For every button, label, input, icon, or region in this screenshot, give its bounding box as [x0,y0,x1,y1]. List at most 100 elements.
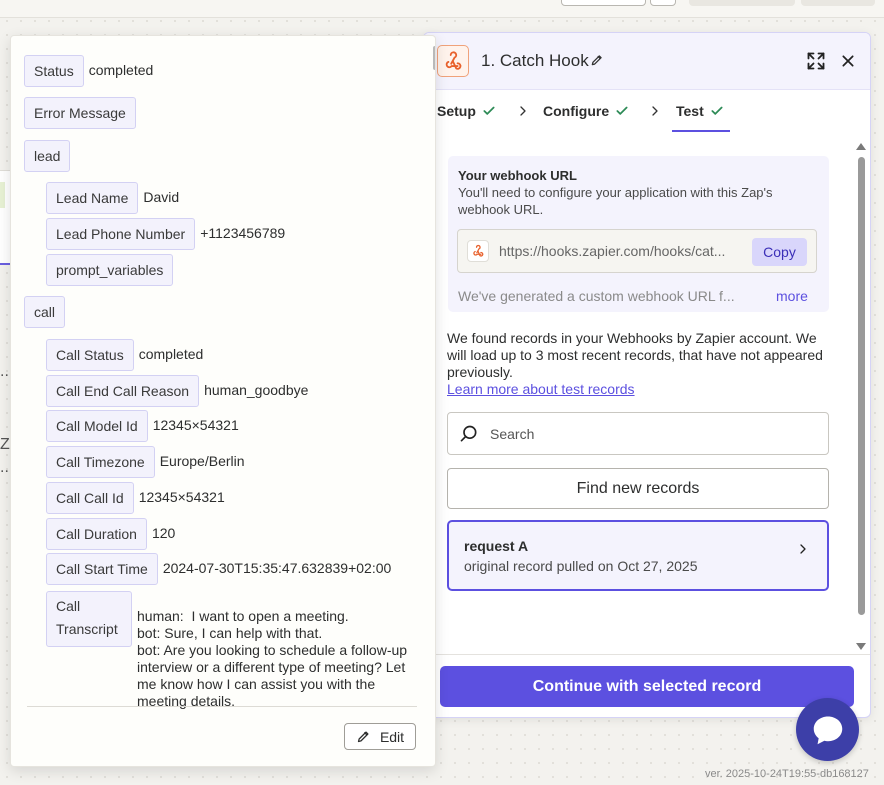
find-new-records-button[interactable]: Find new records [447,468,829,509]
field-key: Call Model Id [46,410,148,442]
chevron-right-icon [797,541,809,562]
panel-header: 1. Catch Hook [424,33,870,90]
field-key: Call Duration [46,518,147,550]
field-row: Call Model Id 12345×54321 [46,410,239,442]
field-group-key: lead [24,140,71,172]
webhook-app-icon [437,45,469,77]
check-icon [483,106,495,115]
field-row: Call Timezone Europe/Berlin [46,446,245,478]
field-value: 120 [151,525,176,541]
field-value: David [143,189,180,205]
field-key: Call Call Id [46,482,134,514]
scroll-down-arrow-icon[interactable] [856,643,866,650]
field-key: prompt_variables [46,254,174,286]
field-group-row: call [24,296,66,328]
check-icon [616,106,628,115]
field-group-key: call [24,296,66,328]
close-icon[interactable] [840,53,856,74]
tab-setup[interactable]: Setup [437,103,496,119]
tab-label: Test [676,103,704,119]
field-key: Lead Name [46,182,139,214]
panel-title: 1. Catch Hook [481,51,589,70]
canvas-step-badge [0,182,5,208]
rename-pencil-icon[interactable] [590,53,604,72]
field-key: Status [24,55,84,87]
popover-divider [27,706,417,707]
field-value: 12345×54321 [138,489,225,505]
field-row: Call Transcript [46,591,132,647]
search-box[interactable] [447,412,829,455]
tab-label: Configure [543,103,610,119]
scrollbar-thumb[interactable] [858,157,865,615]
field-row: Call End Call Reason human_goodbye [46,375,308,407]
search-input[interactable] [488,423,808,445]
field-row: Call Call Id 12345×54321 [46,482,225,514]
panel-scrollbar[interactable] [855,143,867,653]
expand-icon[interactable] [806,51,826,76]
record-subtitle: original record pulled on Oct 27, 2025 [464,558,698,574]
tab-configure[interactable]: Configure [543,103,629,119]
step-side-panel: 1. Catch Hook Setup Configure Test Your … [423,32,871,718]
field-key: Call Timezone [46,446,155,478]
field-value: 12345×54321 [152,417,239,433]
copy-button[interactable]: Copy [752,238,807,266]
field-key: Call Transcript [46,591,132,647]
field-key: Lead Phone Number [46,218,196,250]
field-row: Status completed [24,55,153,87]
field-row: Call Duration 120 [46,518,175,550]
canvas-fragment: Z [0,436,10,453]
footer-divider [424,654,870,655]
popover-scrollbar-thumb[interactable] [433,46,435,70]
field-key: Call End Call Reason [46,375,200,407]
call-transcript-value: human: I want to open a meeting. bot: Su… [137,608,408,709]
toolbar-button[interactable] [561,0,646,6]
continue-with-selected-record-button[interactable]: Continue with selected record [440,666,854,707]
toolbar-icon-button[interactable] [650,0,676,6]
edit-button[interactable]: Edit [344,723,416,750]
more-link[interactable]: more [776,288,808,304]
webhook-url-description: You'll need to configure your applicatio… [458,185,773,217]
search-icon [459,424,479,449]
field-row: Lead Name David [46,182,179,214]
field-value: +1123456789 [200,225,286,241]
learn-more-link[interactable]: Learn more about test records [447,381,635,397]
record-item[interactable]: request A original record pulled on Oct … [447,520,829,591]
webhook-url-field[interactable]: https://hooks.zapier.com/hooks/cat... Co… [457,229,817,273]
field-row: prompt_variables [46,254,174,286]
record-detail-popover: Status completed Error Message lead Lead… [10,35,436,767]
tab-test[interactable]: Test [676,103,724,119]
field-key: Call Status [46,339,134,371]
field-group-row: lead [24,140,71,172]
record-title: request A [464,538,529,554]
scroll-up-arrow-icon[interactable] [856,143,866,150]
field-value: 2024-07-30T15:35:47.632839+02:00 [162,560,392,576]
field-value: Europe/Berlin [159,453,245,469]
found-records-text: We found records in your Webhooks by Zap… [447,330,823,380]
field-key: Error Message [24,97,136,129]
field-row: Call Start Time 2024-07-30T15:35:47.6328… [46,553,391,585]
version-label: ver. 2025-10-24T19:55-db168127 [705,768,869,780]
webhook-url-section: Your webhook URL You'll need to configur… [448,156,829,312]
webhook-generated-text: We've generated a custom webhook URL f..… [458,288,735,304]
toolbar-button[interactable] [689,0,795,6]
edit-label: Edit [379,728,405,745]
chat-bubble-icon [813,716,842,744]
webhook-icon [467,240,489,262]
field-value: human_goodbye [204,382,309,398]
chevron-right-icon [649,104,661,123]
field-key: Call Start Time [46,553,158,585]
check-icon [711,106,723,115]
chevron-right-icon [517,104,529,123]
toolbar-button[interactable] [801,0,875,6]
field-row: Error Message [24,97,136,129]
active-tab-indicator [672,130,730,132]
top-toolbar [0,0,884,18]
chat-launcher-button[interactable] [796,698,859,761]
step-tabs: Setup Configure Test [424,90,870,134]
pencil-icon [357,731,369,743]
field-value: completed [88,62,154,78]
field-value: completed [138,346,204,362]
webhook-url-text: https://hooks.zapier.com/hooks/cat... [499,243,726,259]
tab-label: Setup [437,103,476,119]
field-row: Call Status completed [46,339,203,371]
